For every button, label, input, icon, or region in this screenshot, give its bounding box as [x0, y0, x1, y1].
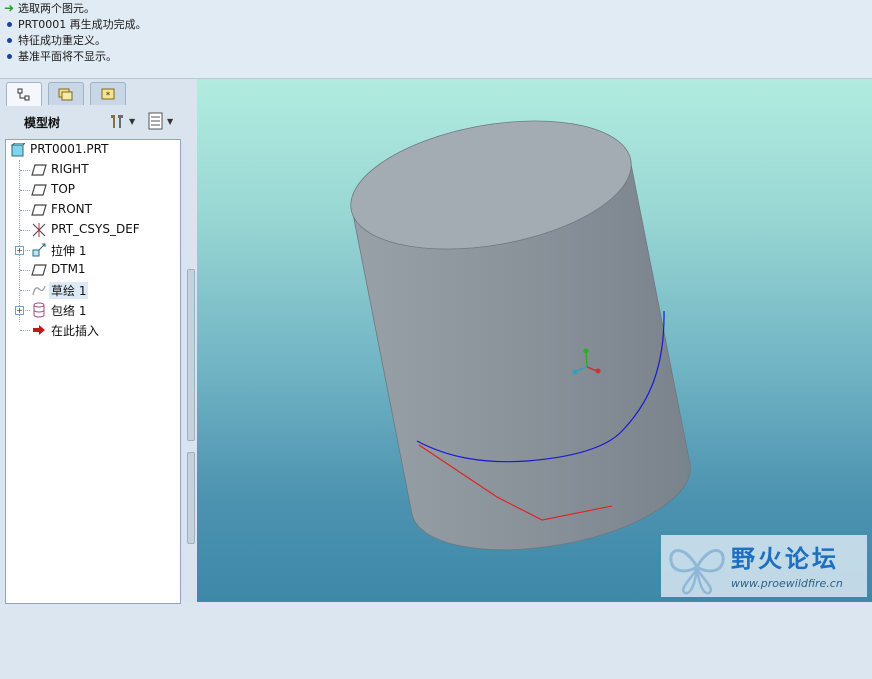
expand-toggle[interactable]: +	[15, 245, 24, 255]
tree-item-label: 包络 1	[51, 304, 87, 318]
message-line: 基准平面将不显示。	[4, 48, 117, 64]
tree-root[interactable]: PRT0001.PRT	[6, 140, 176, 160]
model-tree-icon	[17, 88, 30, 100]
tree-item-csys[interactable]: PRT_CSYS_DEF	[6, 220, 176, 240]
tree-root-label: PRT0001.PRT	[30, 142, 109, 156]
wrap-icon	[33, 302, 45, 318]
tree-item-label: FRONT	[51, 202, 92, 216]
blue-dot-icon	[6, 53, 12, 59]
green-arrow-icon: ➜	[3, 1, 15, 15]
tree-item-wrap[interactable]: + 包络 1	[6, 300, 176, 320]
datum-plane-icon	[31, 204, 47, 216]
message-text: 基准平面将不显示。	[18, 50, 117, 63]
message-text: 特征成功重定义。	[18, 34, 106, 47]
tree-item-right[interactable]: RIGHT	[6, 160, 176, 180]
coordinate-system-icon	[32, 223, 46, 237]
navigator-panel: * 模型树 ▼ ▼ PRT0001.PRT RIGHT TOP FRONT PR…	[0, 79, 197, 604]
forum-watermark: 野火论坛 www.proewildfire.cn	[661, 535, 867, 597]
tab-model-tree[interactable]	[6, 82, 42, 106]
message-text: 选取两个图元。	[18, 2, 95, 15]
datum-plane-icon	[31, 184, 47, 196]
datum-plane-icon	[31, 164, 47, 176]
sash-upper[interactable]	[187, 269, 195, 441]
tab-favorites[interactable]: *	[90, 82, 126, 105]
folder-browser-icon	[58, 88, 73, 101]
message-line: PRT0001 再生成功完成。	[4, 16, 147, 32]
model-view[interactable]	[197, 79, 872, 602]
part-icon	[11, 143, 25, 157]
tree-item-sketch[interactable]: 草绘 1	[6, 280, 176, 300]
tree-item-insert-here[interactable]: 在此插入	[6, 320, 176, 340]
tree-item-label: RIGHT	[51, 162, 89, 176]
watermark-url: www.proewildfire.cn	[731, 577, 843, 590]
chevron-down-icon: ▼	[167, 116, 174, 126]
tree-item-front[interactable]: FRONT	[6, 200, 176, 220]
tree-item-extrude[interactable]: + 拉伸 1	[6, 240, 176, 260]
message-line: 特征成功重定义。	[4, 32, 106, 48]
svg-text:*: *	[106, 91, 111, 101]
sketch-icon	[32, 285, 46, 296]
tree-item-label: 在此插入	[51, 324, 100, 338]
message-text: PRT0001 再生成功完成。	[18, 18, 147, 31]
extrude-icon	[32, 243, 46, 257]
navigator-tabs: *	[0, 79, 197, 106]
tree-item-top[interactable]: TOP	[6, 180, 176, 200]
favorites-icon: *	[101, 88, 115, 101]
tree-item-label: TOP	[51, 182, 76, 196]
tree-item-label: 草绘 1	[49, 282, 89, 299]
tree-toolbar: 模型树 ▼ ▼	[0, 106, 197, 136]
graphics-viewport[interactable]	[197, 79, 872, 602]
blue-dot-icon	[6, 37, 12, 43]
insert-here-arrow-icon	[33, 325, 45, 335]
message-line: ➜ 选取两个图元。	[4, 0, 95, 16]
model-tree: PRT0001.PRT RIGHT TOP FRONT PRT_CSYS_DEF…	[5, 139, 181, 604]
expand-toggle[interactable]: +	[15, 305, 24, 315]
tree-item-label: DTM1	[51, 262, 86, 276]
blue-dot-icon	[6, 21, 12, 27]
sash-lower[interactable]	[187, 452, 195, 544]
show-dropdown-button[interactable]: ▼	[148, 110, 173, 132]
list-icon	[148, 112, 163, 130]
tree-item-label: PRT_CSYS_DEF	[51, 222, 140, 236]
settings-dropdown-button[interactable]: ▼	[108, 110, 135, 132]
tree-item-label: 拉伸 1	[51, 244, 87, 258]
panel-splitter[interactable]	[185, 259, 195, 679]
tab-folder-browser[interactable]	[48, 82, 84, 105]
tools-icon	[111, 115, 123, 128]
panel-title: 模型树	[24, 116, 61, 130]
message-area: ➜ 选取两个图元。 PRT0001 再生成功完成。 特征成功重定义。 基准平面将…	[0, 0, 872, 79]
tree-item-dtm1[interactable]: DTM1	[6, 260, 176, 280]
watermark-title: 野火论坛	[731, 545, 839, 573]
butterfly-logo-icon	[669, 549, 725, 595]
chevron-down-icon: ▼	[129, 116, 136, 126]
datum-plane-icon	[31, 264, 47, 276]
